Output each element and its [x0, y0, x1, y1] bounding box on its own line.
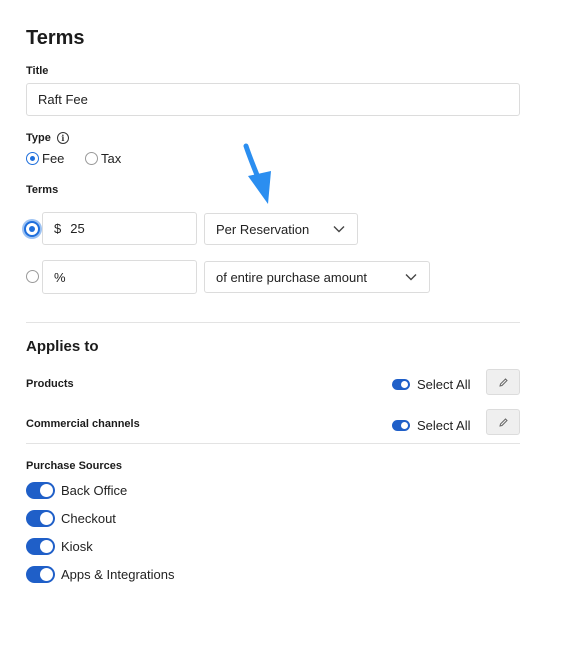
amount-input[interactable]: $ 25: [42, 212, 197, 245]
title-input-value: Raft Fee: [38, 92, 88, 107]
chevron-down-icon: [333, 226, 345, 233]
percent-unit-select[interactable]: of entire purchase amount: [204, 261, 430, 293]
type-radio-fee[interactable]: [26, 152, 39, 165]
type-radio-tax[interactable]: [85, 152, 98, 165]
channels-select-all-toggle[interactable]: [392, 420, 410, 431]
arrow-annotation-icon: [243, 143, 271, 204]
amount-value: 25: [70, 221, 85, 236]
radio-tax-control[interactable]: [85, 152, 98, 165]
channels-select-all-label: Select All: [417, 418, 471, 433]
commercial-channels-label: Commercial channels: [26, 418, 140, 430]
type-label: Type: [26, 132, 51, 144]
chevron-down-icon: [405, 274, 417, 281]
type-option-fee-label: Fee: [42, 151, 65, 166]
radio-fee-control[interactable]: [26, 152, 39, 165]
percent-symbol: %: [54, 269, 66, 285]
kiosk-toggle[interactable]: [26, 538, 55, 555]
back-office-toggle[interactable]: [26, 482, 55, 499]
back-office-label: Back Office: [61, 483, 128, 498]
purchase-sources-label: Purchase Sources: [26, 460, 122, 472]
checkout-label: Checkout: [61, 511, 116, 526]
kiosk-label: Kiosk: [61, 539, 93, 554]
percent-input[interactable]: %: [42, 260, 197, 294]
type-option-tax-label: Tax: [101, 151, 122, 166]
title-label: Title: [26, 65, 49, 77]
apps-integrations-toggle[interactable]: [26, 566, 55, 583]
checkout-toggle[interactable]: [26, 510, 55, 527]
info-icon[interactable]: i: [56, 132, 69, 144]
currency-symbol: $: [54, 221, 62, 236]
products-label: Products: [26, 378, 74, 390]
section-divider: [26, 322, 520, 323]
amount-unit-select[interactable]: Per Reservation: [204, 213, 358, 245]
amount-unit-value: Per Reservation: [216, 221, 310, 237]
percent-unit-value: of entire purchase amount: [216, 269, 368, 285]
terms-label: Terms: [26, 184, 59, 196]
products-select-all-label: Select All: [417, 377, 471, 392]
terms-radio-percent[interactable]: [26, 270, 39, 283]
products-select-all-toggle[interactable]: [392, 379, 410, 390]
pencil-icon: [498, 417, 508, 427]
apps-integrations-label: Apps & Integrations: [61, 567, 175, 582]
title-input[interactable]: Raft Fee: [26, 83, 520, 116]
applies-to-title: Applies to: [26, 338, 99, 355]
products-edit-button[interactable]: [486, 369, 520, 395]
channels-edit-button[interactable]: [486, 409, 520, 435]
type-label-row: Type i: [26, 132, 69, 144]
terms-radio-amount[interactable]: [24, 221, 40, 237]
applies-divider: [26, 443, 520, 444]
radio-percent-control[interactable]: [26, 270, 39, 283]
pencil-icon: [498, 377, 508, 387]
page-title: Terms: [26, 27, 85, 49]
